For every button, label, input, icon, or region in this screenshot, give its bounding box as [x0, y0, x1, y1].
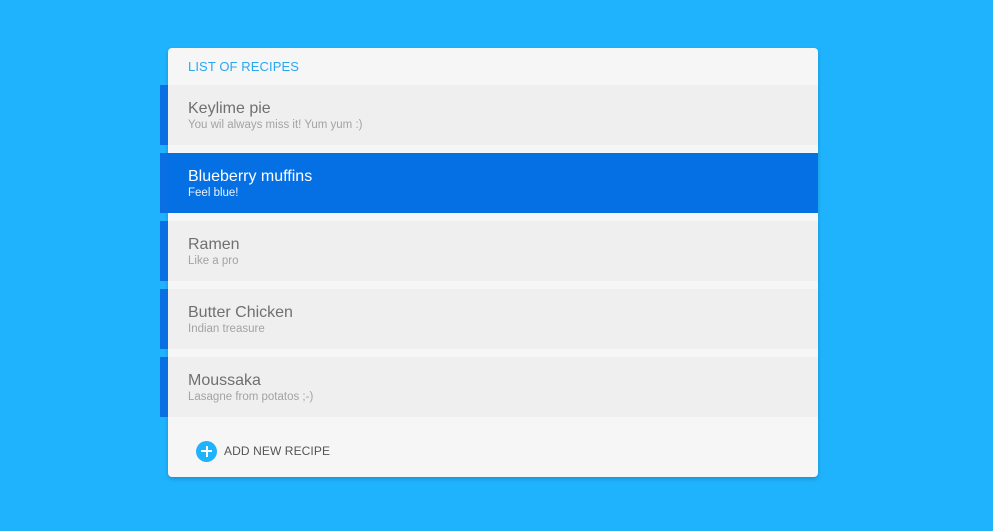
- recipe-item-moussaka[interactable]: Moussaka Lasagne from potatos ;-): [160, 357, 818, 417]
- recipe-item-blueberry-muffins[interactable]: Blueberry muffins Feel blue!: [160, 153, 818, 213]
- recipe-subtitle: Lasagne from potatos ;-): [188, 391, 314, 403]
- recipe-item-butter-chicken[interactable]: Butter Chicken Indian treasure: [160, 289, 818, 349]
- recipe-title: Keylime pie: [188, 100, 271, 117]
- recipe-item-ramen[interactable]: Ramen Like a pro: [160, 221, 818, 281]
- list-header: LIST OF RECIPES: [188, 59, 300, 74]
- recipe-title: Ramen: [188, 236, 240, 253]
- recipe-item-keylime-pie[interactable]: Keylime pie You wil always miss it! Yum …: [160, 85, 818, 145]
- recipe-list: Keylime pie You wil always miss it! Yum …: [160, 85, 818, 425]
- recipe-subtitle: You wil always miss it! Yum yum :): [188, 119, 363, 131]
- recipe-title: Blueberry muffins: [188, 168, 313, 185]
- recipe-subtitle: Indian treasure: [188, 323, 265, 335]
- recipe-subtitle: Like a pro: [188, 255, 239, 267]
- plus-circle-icon: [196, 440, 217, 462]
- recipe-title: Butter Chicken: [188, 304, 293, 321]
- recipe-subtitle: Feel blue!: [188, 187, 239, 199]
- add-new-recipe-label: ADD NEW RECIPE: [224, 444, 331, 458]
- recipes-card: LIST OF RECIPES Keylime pie You wil alwa…: [160, 48, 818, 477]
- recipe-title: Moussaka: [188, 372, 261, 389]
- add-new-recipe-button[interactable]: ADD NEW RECIPE: [196, 440, 330, 462]
